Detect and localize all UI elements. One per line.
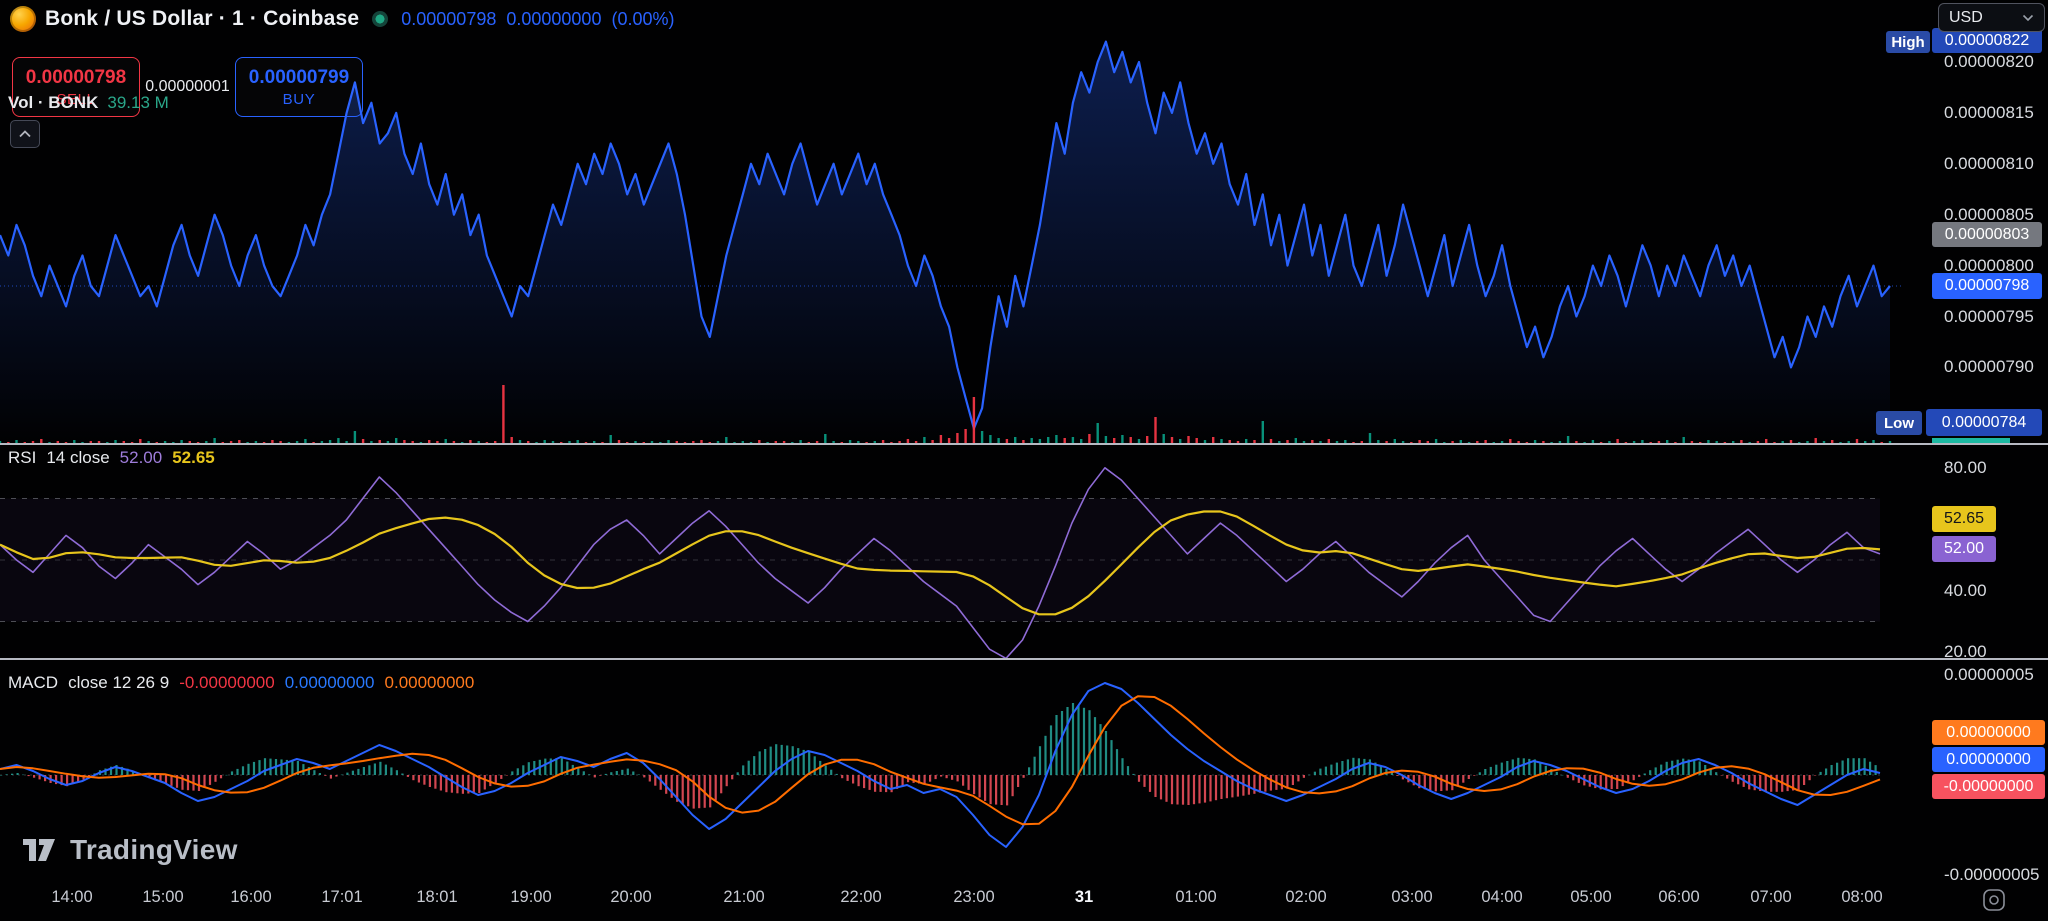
price-axis-label: 0.00000790 xyxy=(1944,357,2034,377)
tradingview-chart-window: Bonk / US Dollar · 1 · Coinbase 0.000007… xyxy=(0,0,2048,921)
volume-value: 39.13 M xyxy=(107,93,168,113)
time-label: 14:00 xyxy=(51,888,92,907)
macd-line-value: 0.00000000 xyxy=(285,673,375,693)
macd-params: close 12 26 9 xyxy=(68,673,169,693)
rsi-legend: RSI 14 close 52.00 52.65 xyxy=(8,448,215,468)
macd-axis-label: -0.00000005 xyxy=(1944,865,2039,885)
tradingview-logo-icon xyxy=(20,835,60,865)
macd-signal-badge: 0.00000000 xyxy=(1932,720,2045,745)
rsi-value: 52.00 xyxy=(120,448,163,468)
tradingview-logo-text: TradingView xyxy=(70,834,238,866)
rsi-title[interactable]: RSI xyxy=(8,448,36,468)
last-price: 0.00000798 xyxy=(401,9,496,30)
last-price-badge: 0.00000798 xyxy=(1932,273,2042,299)
time-label: 06:00 xyxy=(1658,888,1699,907)
macd-axis-label: 0.00000005 xyxy=(1944,665,2034,685)
time-label: 15:00 xyxy=(142,888,183,907)
high-badge-label: High xyxy=(1886,31,1930,53)
buy-button[interactable]: 0.00000799 BUY xyxy=(235,57,363,117)
rsi-params: 14 close xyxy=(46,448,109,468)
time-scale[interactable] xyxy=(0,877,2048,921)
price-axis-label: 0.00000795 xyxy=(1944,307,2034,327)
macd-title[interactable]: MACD xyxy=(8,673,58,693)
time-label: 03:00 xyxy=(1391,888,1432,907)
chevron-up-icon xyxy=(18,129,32,139)
bonk-coin-icon xyxy=(10,6,36,32)
macd-hist-badge: -0.00000000 xyxy=(1932,774,2045,799)
rsi-ma-value: 52.65 xyxy=(172,448,215,468)
pane-separator-rsi-macd[interactable] xyxy=(0,658,2048,660)
currency-value: USD xyxy=(1949,9,1983,27)
rsi-axis-label: 80.00 xyxy=(1944,458,1987,478)
low-badge-value: 0.00000784 xyxy=(1926,409,2042,436)
prev-close-badge: 0.00000803 xyxy=(1932,222,2042,247)
symbol-title[interactable]: Bonk / US Dollar · 1 · Coinbase xyxy=(45,7,359,31)
price-change: 0.00000000 xyxy=(506,9,601,30)
chevron-down-icon xyxy=(2022,14,2034,22)
tradingview-logo[interactable]: TradingView xyxy=(20,834,238,866)
macd-line-badge: 0.00000000 xyxy=(1932,747,2045,772)
time-label: 17:01 xyxy=(321,888,362,907)
buy-price: 0.00000799 xyxy=(249,67,349,89)
sell-price: 0.00000798 xyxy=(26,67,126,89)
price-axis-label: 0.00000810 xyxy=(1944,154,2034,174)
macd-legend: MACD close 12 26 9 -0.00000000 0.0000000… xyxy=(8,673,474,693)
collapse-pane-button[interactable] xyxy=(10,120,40,148)
price-axis-label: 0.00000820 xyxy=(1944,52,2034,72)
market-status-icon xyxy=(372,11,388,27)
low-badge-label: Low xyxy=(1876,411,1922,435)
buy-label: BUY xyxy=(283,91,316,108)
price-axis-label: 0.00000815 xyxy=(1944,103,2034,123)
time-label: 08:00 xyxy=(1841,888,1882,907)
rsi-ma-badge: 52.65 xyxy=(1932,506,1996,532)
chart-canvas[interactable] xyxy=(0,0,2048,921)
time-label: 18:01 xyxy=(416,888,457,907)
time-label: 22:00 xyxy=(840,888,881,907)
time-label: 05:00 xyxy=(1570,888,1611,907)
pane-separator-price-rsi[interactable] xyxy=(0,443,2048,445)
time-label: 01:00 xyxy=(1175,888,1216,907)
time-label: 02:00 xyxy=(1285,888,1326,907)
volume-label[interactable]: Vol · BONK xyxy=(8,93,98,113)
macd-hist-value: -0.00000000 xyxy=(179,673,274,693)
rsi-axis-label: 40.00 xyxy=(1944,581,1987,601)
time-label: 16:00 xyxy=(230,888,271,907)
volume-scale-marker xyxy=(1932,438,2010,443)
time-label: 20:00 xyxy=(610,888,651,907)
time-label: 21:00 xyxy=(723,888,764,907)
timezone-clock-button[interactable] xyxy=(1980,886,2008,914)
time-label: 23:00 xyxy=(953,888,994,907)
clock-icon xyxy=(1982,888,2006,912)
price-change-percent: (0.00%) xyxy=(611,9,674,30)
time-label: 07:00 xyxy=(1750,888,1791,907)
symbol-header: Bonk / US Dollar · 1 · Coinbase 0.000007… xyxy=(10,6,675,32)
volume-legend: Vol · BONK 39.13 M xyxy=(8,93,169,113)
macd-signal-value: 0.00000000 xyxy=(385,673,475,693)
currency-dropdown[interactable]: USD xyxy=(1938,3,2045,32)
time-label: 04:00 xyxy=(1481,888,1522,907)
time-label: 19:00 xyxy=(510,888,551,907)
rsi-badge: 52.00 xyxy=(1932,536,1996,562)
time-label: 31 xyxy=(1075,888,1093,907)
